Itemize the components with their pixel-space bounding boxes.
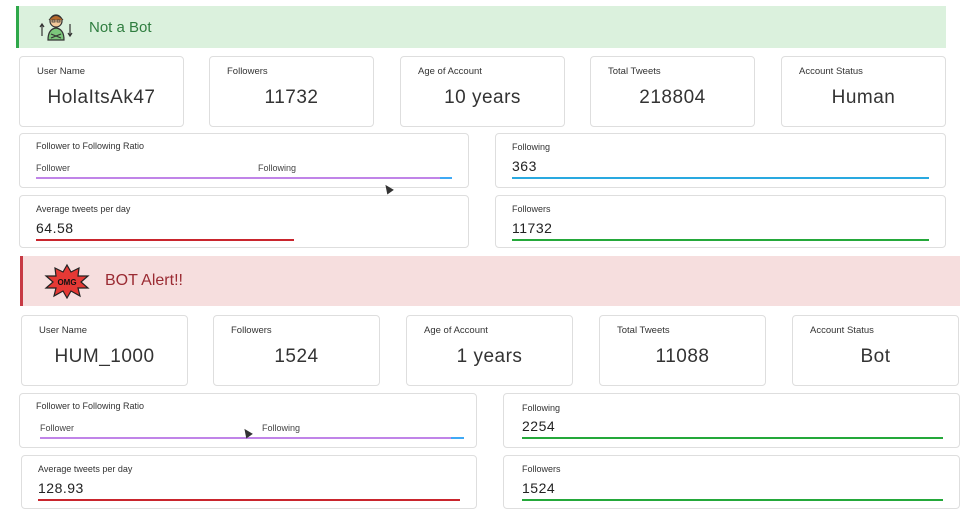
not-a-bot-alert: Not a Bot — [16, 6, 946, 48]
stat-value: HUM_1000 — [54, 346, 155, 367]
stat-caption: Total Tweets — [617, 325, 670, 336]
stat-caption: Age of Account — [418, 66, 482, 77]
avg-tweets-bar — [38, 499, 460, 501]
ratio-follower-label: Follower — [40, 423, 75, 433]
followers-bar — [522, 499, 943, 501]
avg-tweets-card: Average tweets per day 64.58 — [19, 195, 469, 248]
bot-alert: OMG BOT Alert!! — [20, 256, 960, 306]
followers-value: 11732 — [512, 220, 553, 236]
stat-card-total-tweets: Total Tweets 11088 — [599, 315, 766, 386]
stat-value: Bot — [860, 346, 891, 367]
following-bar — [512, 177, 929, 179]
stat-card-age: Age of Account 10 years — [400, 56, 565, 127]
stat-caption: Account Status — [810, 325, 874, 336]
ratio-follower-segment — [36, 177, 440, 179]
following-value: 2254 — [522, 418, 556, 434]
ratio-following-segment — [451, 437, 464, 439]
ratio-follower-label: Follower — [36, 163, 71, 173]
stat-card-total-tweets: Total Tweets 218804 — [590, 56, 755, 127]
stat-caption: Followers — [227, 66, 268, 77]
stat-value: 1 years — [456, 346, 523, 367]
avg-tweets-value: 128.93 — [38, 480, 84, 496]
following-value: 363 — [512, 158, 537, 174]
stat-card-username: User Name HolaItsAk47 — [19, 56, 184, 127]
ratio-card: Follower to Following Ratio Follower Fol… — [19, 393, 477, 448]
human-mascot-icon — [39, 14, 73, 41]
followers-value: 1524 — [522, 480, 556, 496]
following-bar — [522, 437, 943, 439]
omg-burst-icon: OMG — [44, 263, 90, 299]
stat-caption: Age of Account — [424, 325, 488, 336]
stat-value: HolaItsAk47 — [47, 87, 156, 108]
ratio-following-label: Following — [262, 423, 301, 433]
ratio-bar — [36, 177, 452, 179]
stat-value: Human — [831, 87, 896, 108]
stat-caption: User Name — [37, 66, 86, 77]
stat-caption: Followers — [231, 325, 272, 336]
stat-card-age: Age of Account 1 years — [406, 315, 573, 386]
followers-caption: Followers — [522, 464, 561, 474]
stat-card-account-status: Account Status Human — [781, 56, 946, 127]
following-caption: Following — [522, 403, 561, 413]
followers-caption: Followers — [512, 204, 551, 214]
ratio-caption: Follower to Following Ratio — [36, 401, 145, 411]
following-card: Following 363 — [495, 133, 946, 188]
ratio-caption: Follower to Following Ratio — [36, 141, 145, 151]
stat-caption: Account Status — [799, 66, 863, 77]
avg-tweets-caption: Average tweets per day — [36, 204, 131, 214]
stat-card-followers: Followers 11732 — [209, 56, 374, 127]
stat-caption: Total Tweets — [608, 66, 661, 77]
ratio-following-label: Following — [258, 163, 297, 173]
alert-label: BOT Alert!! — [105, 272, 183, 289]
followers-card: Followers 11732 — [495, 195, 946, 248]
alert-label: Not a Bot — [89, 18, 152, 36]
stat-value: 1524 — [274, 346, 319, 367]
stat-value: 10 years — [444, 87, 521, 108]
followers-bar — [512, 239, 929, 241]
avg-tweets-bar — [36, 239, 294, 241]
following-card: Following 2254 — [503, 393, 960, 448]
following-caption: Following — [512, 142, 551, 152]
ratio-card: Follower to Following Ratio Follower Fol… — [19, 133, 469, 188]
stat-card-username: User Name HUM_1000 — [21, 315, 188, 386]
svg-text:OMG: OMG — [57, 278, 76, 287]
avg-tweets-card: Average tweets per day 128.93 — [21, 455, 477, 509]
stat-card-account-status: Account Status Bot — [792, 315, 959, 386]
ratio-bar — [40, 437, 464, 439]
stat-value: 11088 — [655, 346, 710, 367]
avg-tweets-caption: Average tweets per day — [38, 464, 133, 474]
followers-card: Followers 1524 — [503, 455, 960, 509]
avg-tweets-value: 64.58 — [36, 220, 74, 236]
stat-card-followers: Followers 1524 — [213, 315, 380, 386]
stat-value: 11732 — [264, 87, 319, 108]
stat-value: 218804 — [639, 87, 706, 108]
stat-caption: User Name — [39, 325, 88, 336]
ratio-following-segment — [440, 177, 452, 179]
